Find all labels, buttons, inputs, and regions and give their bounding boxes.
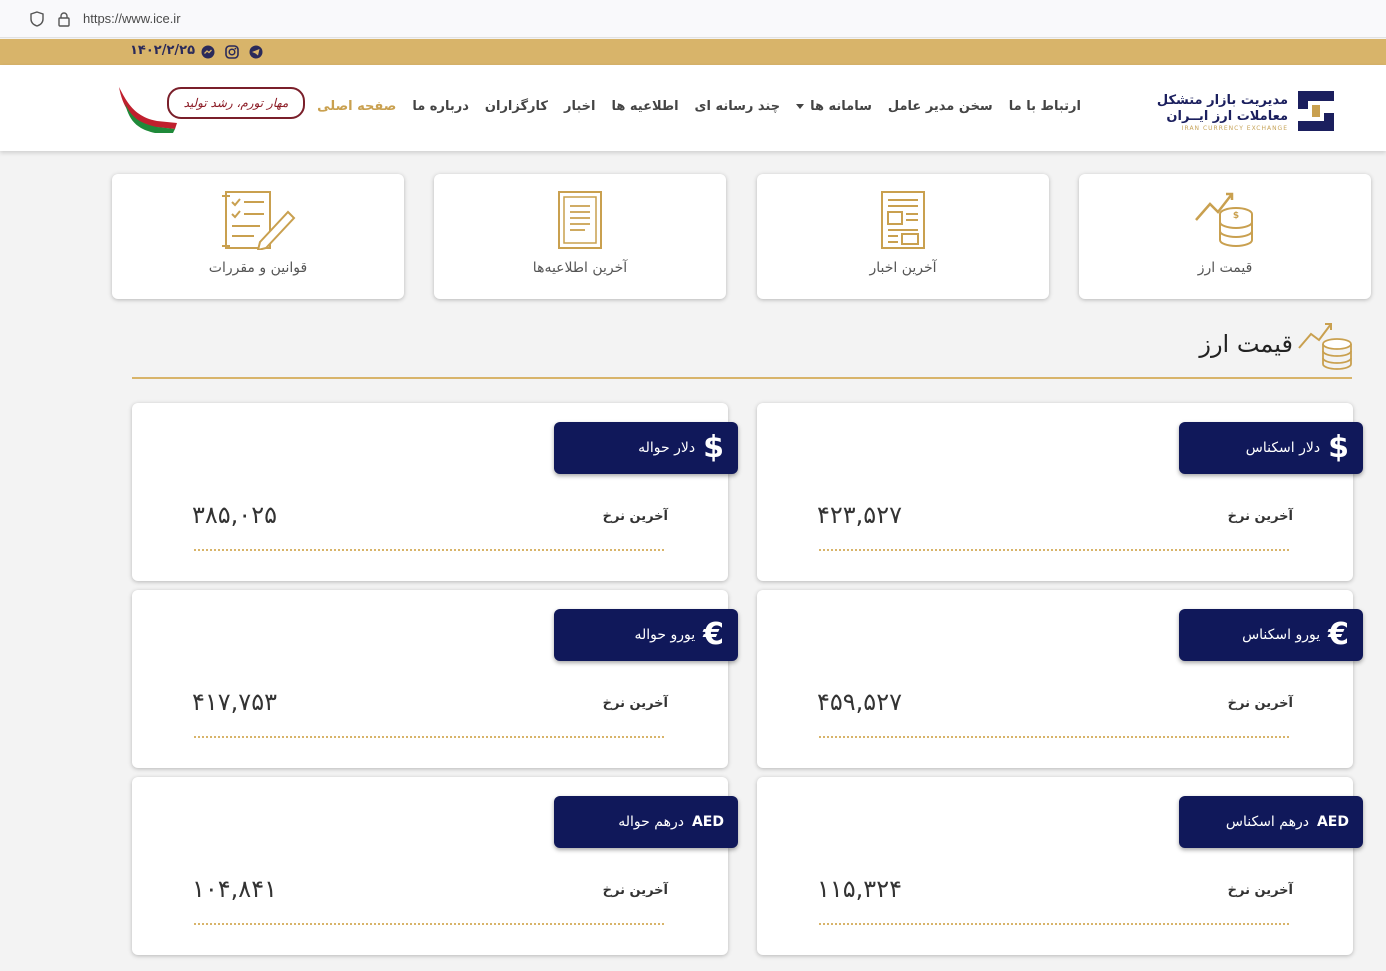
nav-home[interactable]: صفحه اصلی — [317, 99, 396, 114]
dollar-icon: $ — [1328, 430, 1349, 465]
brand-line-1: مدیریت بازار متشکل — [1156, 93, 1288, 108]
quick-card-label: قیمت ارز — [1197, 260, 1253, 276]
euro-icon: € — [703, 617, 724, 652]
rate-label: آخرین نرخ — [602, 696, 668, 711]
currency-name: دلار اسکناس — [1245, 440, 1321, 456]
rate-label: آخرین نرخ — [1227, 696, 1293, 711]
rate-card-euro-cash: € یورو اسکناس آخرین نرخ ۴۵۹,۵۲۷ — [757, 590, 1363, 768]
rate-badge: $ دلار اسکناس — [1179, 422, 1363, 474]
rate-value: ۱۱۵,۳۲۴ — [817, 875, 902, 903]
rate-label: آخرین نرخ — [602, 883, 668, 898]
telegram-icon[interactable] — [249, 45, 263, 59]
rate-value: ۴۲۳,۵۲۷ — [817, 501, 902, 529]
brand-line-3: IRAN CURRENCY EXCHANGE — [1181, 125, 1288, 132]
quick-card-latest-news[interactable]: آخرین اخبار — [757, 174, 1049, 299]
dotted-divider — [819, 736, 1289, 738]
rate-badge: € یورو حواله — [554, 609, 738, 661]
svg-text:$: $ — [1233, 211, 1239, 221]
dotted-divider — [194, 549, 664, 551]
rate-badge: AED درهم حواله — [554, 796, 738, 848]
main-nav: صفحه اصلی درباره ما کارگزاران اخبار اطلا… — [317, 99, 1081, 114]
nav-systems-label: سامانه ها — [810, 99, 872, 114]
rate-badge: AED درهم اسکناس — [1179, 796, 1363, 848]
nav-multimedia[interactable]: چند رسانه ای — [695, 99, 781, 114]
quick-card-currency-price[interactable]: $ قیمت ارز — [1079, 174, 1371, 299]
aed-icon: AED — [691, 814, 724, 830]
coins-chart-icon — [1298, 323, 1352, 370]
currency-name: یورو حواله — [634, 627, 696, 643]
aed-icon: AED — [1316, 814, 1349, 830]
currency-name: یورو اسکناس — [1242, 627, 1321, 643]
nav-ceo-message[interactable]: سخن مدیر عامل — [888, 99, 993, 114]
dotted-divider — [194, 736, 664, 738]
quick-card-latest-announcements[interactable]: آخرین اطلاعیه‌ها — [434, 174, 726, 299]
rate-badge: € یورو اسکناس — [1179, 609, 1363, 661]
euro-icon: € — [1328, 617, 1349, 652]
rate-value: ۳۸۵,۰۲۵ — [192, 501, 277, 529]
nav-news[interactable]: اخبار — [564, 99, 596, 114]
section-divider — [132, 377, 1352, 379]
rate-badge: $ دلار حواله — [554, 422, 738, 474]
rate-card-dollar-cash: $ دلار اسکناس آخرین نرخ ۴۲۳,۵۲۷ — [757, 403, 1363, 581]
currency-name: دلار حواله — [638, 440, 696, 456]
currency-name: درهم حواله — [618, 814, 684, 830]
brand-line-2: معاملات ارز ایــران — [1166, 109, 1288, 124]
rate-card-dirham-transfer: AED درهم حواله آخرین نرخ ۱۰۴,۸۴۱ — [132, 777, 738, 955]
brand-logo-icon[interactable] — [1290, 87, 1342, 135]
section-title: قیمت ارز — [1199, 330, 1293, 358]
nav-about[interactable]: درباره ما — [412, 99, 469, 114]
nav-brokers[interactable]: کارگزاران — [485, 99, 548, 114]
quick-card-laws-regulations[interactable]: قوانین و مقررات — [112, 174, 404, 299]
quick-card-label: قوانین و مقررات — [208, 260, 308, 276]
top-strip: ۱۴۰۲/۲/۲۵ — [0, 39, 1386, 65]
instagram-icon[interactable] — [225, 45, 239, 59]
coins-chart-icon: $ — [1195, 192, 1253, 247]
dollar-icon: $ — [703, 430, 724, 465]
dotted-divider — [819, 923, 1289, 925]
chevron-down-icon — [796, 104, 805, 109]
browser-toolbar: https://www.ice.ir — [0, 0, 1386, 38]
checklist-pen-icon — [222, 191, 296, 250]
quick-card-label: آخرین اخبار — [869, 260, 937, 276]
quick-card-label: آخرین اطلاعیه‌ها — [532, 260, 628, 276]
slogan-banner: مهار تورم، رشد تولید — [117, 83, 307, 137]
rate-card-euro-transfer: € یورو حواله آخرین نرخ ۴۱۷,۷۵۳ — [132, 590, 738, 768]
slogan-frame: مهار تورم، رشد تولید — [167, 87, 305, 119]
dotted-divider — [819, 549, 1289, 551]
rate-label: آخرین نرخ — [1227, 883, 1293, 898]
rate-label: آخرین نرخ — [602, 509, 668, 524]
rate-card-dirham-cash: AED درهم اسکناس آخرین نرخ ۱۱۵,۳۲۴ — [757, 777, 1363, 955]
address-bar[interactable] — [22, 4, 1386, 34]
date-text: ۱۴۰۲/۲/۲۵ — [130, 43, 196, 58]
dotted-divider — [194, 923, 664, 925]
newspaper-icon — [881, 191, 925, 249]
document-icon — [558, 191, 602, 249]
rate-value: ۴۵۹,۵۲۷ — [817, 688, 902, 716]
brand-name[interactable]: مدیریت بازار متشکل معاملات ارز ایــران I… — [1157, 93, 1288, 132]
nav-contact[interactable]: ارتباط با ما — [1009, 99, 1081, 114]
site-header: مدیریت بازار متشکل معاملات ارز ایــران I… — [0, 65, 1386, 151]
nav-announcements[interactable]: اطلاعیه ها — [611, 99, 678, 114]
currency-name: درهم اسکناس — [1225, 814, 1309, 830]
url-text[interactable]: https://www.ice.ir — [83, 11, 181, 26]
rate-label: آخرین نرخ — [1227, 509, 1293, 524]
rate-card-dollar-transfer: $ دلار حواله آخرین نرخ ۳۸۵,۰۲۵ — [132, 403, 738, 581]
rate-value: ۱۰۴,۸۴۱ — [192, 875, 277, 903]
messenger-icon[interactable] — [201, 45, 215, 59]
slogan-text: مهار تورم، رشد تولید — [183, 96, 289, 110]
nav-systems[interactable]: سامانه ها — [796, 99, 872, 114]
rate-value: ۴۱۷,۷۵۳ — [192, 688, 277, 716]
